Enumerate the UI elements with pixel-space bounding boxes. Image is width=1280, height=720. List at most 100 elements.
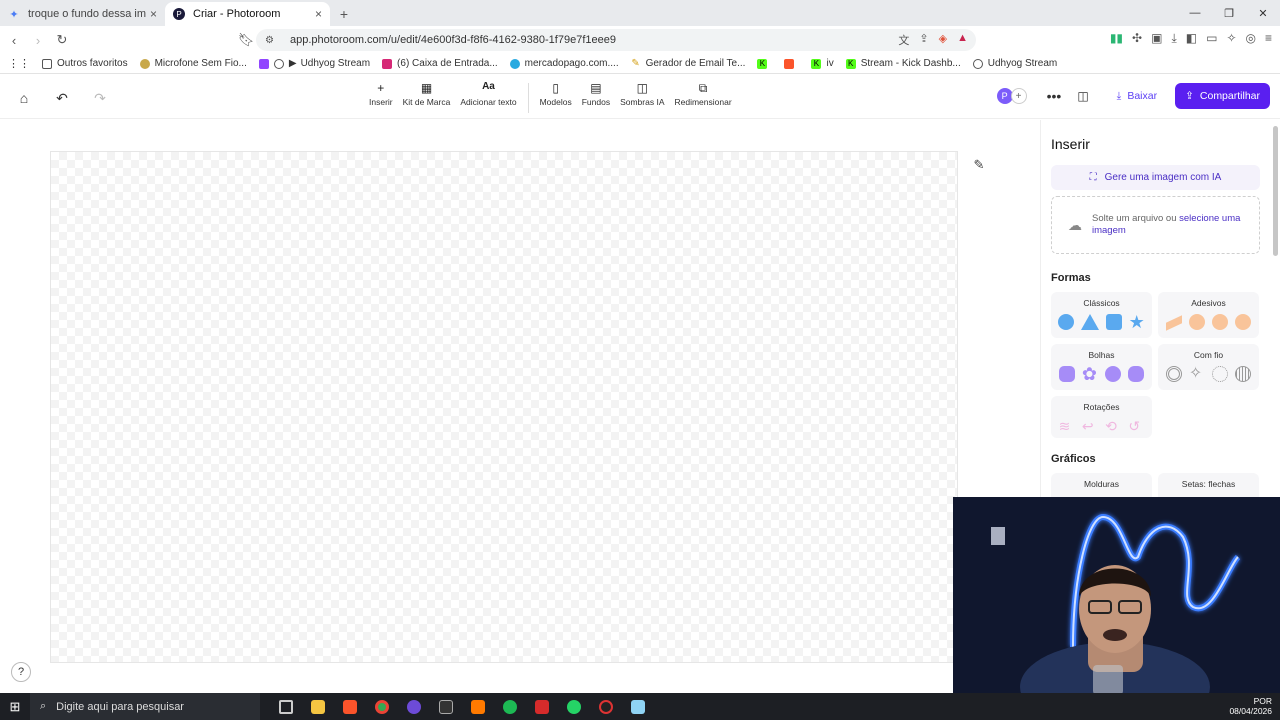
- app-icon[interactable]: [430, 693, 462, 720]
- bubble-icon: [1058, 366, 1075, 382]
- share-button[interactable]: ⇪ Compartilhar: [1175, 83, 1270, 109]
- magic-edit-icon[interactable]: ✎: [968, 154, 990, 176]
- triangle-icon: [1081, 314, 1100, 330]
- sidebar-icon[interactable]: ◧: [1186, 31, 1197, 46]
- photoroom-icon: P: [173, 8, 185, 20]
- vpn-icon[interactable]: ◎: [1246, 31, 1256, 46]
- upload-dropzone[interactable]: ☁︎ Solte um arquivo ou selecione uma ima…: [1051, 196, 1260, 254]
- shape-card-classics[interactable]: Clássicos ★: [1051, 292, 1152, 338]
- bookmark-item[interactable]: K Stream - Kick Dashb...: [845, 58, 961, 69]
- dropzone-text: Solte um arquivo ou selecione uma imagem: [1092, 213, 1241, 236]
- share-icon[interactable]: ⇪: [919, 32, 928, 48]
- bookmark-item[interactable]: ▶ Udhyog Stream: [258, 58, 370, 69]
- shape-previews: [1158, 308, 1259, 331]
- bookmark-item[interactable]: Outros favoritos: [42, 58, 128, 69]
- tool-resize[interactable]: ⧉ Redimensionar: [674, 81, 731, 115]
- bookmark-item[interactable]: (6) Caixa de Entrada...: [382, 58, 498, 69]
- windows-start-icon[interactable]: ⊞: [0, 693, 30, 720]
- shape-card-bubbles[interactable]: Bolhas ✿: [1051, 344, 1152, 390]
- download-icon[interactable]: ⤓: [1171, 31, 1176, 46]
- brave-shield-icon[interactable]: ◈: [939, 32, 947, 48]
- tool-insert[interactable]: + Inserir: [369, 81, 393, 115]
- undo-icon[interactable]: ↶: [50, 87, 74, 109]
- menu-icon[interactable]: ≡: [1265, 31, 1272, 46]
- tray-lang[interactable]: POR: [1229, 696, 1272, 706]
- stack-icon[interactable]: [462, 693, 494, 720]
- invite-user-button[interactable]: +: [1010, 88, 1027, 104]
- bubble-icon: [1105, 366, 1122, 382]
- editor-canvas[interactable]: [50, 151, 958, 663]
- shape-card-rotations[interactable]: Rotações ≋ ↩ ⟲ ↺: [1051, 396, 1152, 438]
- shapes-section-title: Formas: [1051, 272, 1091, 284]
- square-icon: [1105, 314, 1122, 330]
- download-button[interactable]: ⤓ Baixar: [1107, 83, 1167, 109]
- twitch-icon: [258, 58, 269, 69]
- shape-previews: ✧: [1158, 360, 1259, 382]
- home-icon[interactable]: ⌂: [12, 87, 36, 109]
- brave-rewards-icon[interactable]: ▲: [957, 32, 968, 48]
- back-icon[interactable]: ‹: [4, 30, 24, 50]
- brave-icon: [784, 58, 795, 69]
- tab-title: troque o fundo dessa imagem roxo: [28, 8, 146, 20]
- brave-taskbar-icon[interactable]: [334, 693, 366, 720]
- bookmark-item[interactable]: [784, 58, 799, 69]
- bookmark-icon[interactable]: 🔖︎: [236, 30, 256, 50]
- generate-ai-image-button[interactable]: ⛶ Gere uma imagem com IA: [1051, 165, 1260, 190]
- close-icon[interactable]: ×: [150, 7, 157, 21]
- browser-tab-1[interactable]: ✦ troque o fundo dessa imagem roxo ×: [0, 2, 165, 26]
- bookmark-item[interactable]: Microfone Sem Fio...: [139, 58, 247, 69]
- close-icon[interactable]: ×: [315, 7, 322, 21]
- help-button[interactable]: ?: [11, 662, 31, 682]
- notepad-icon[interactable]: [622, 693, 654, 720]
- shape-card-wired[interactable]: Com fio ✧: [1158, 344, 1259, 390]
- restore-icon[interactable]: ❐: [1212, 0, 1246, 26]
- reload-icon[interactable]: ↻: [52, 30, 72, 50]
- obs-icon[interactable]: [398, 693, 430, 720]
- file-explorer-icon[interactable]: [302, 693, 334, 720]
- extension-icon[interactable]: ▮▮: [1110, 31, 1123, 46]
- close-window-icon[interactable]: ✕: [1246, 0, 1280, 26]
- translate-icon[interactable]: 文: [898, 32, 909, 48]
- taskbar-search[interactable]: ⌕ Digite aqui para pesquisar: [30, 693, 260, 720]
- bookmark-item[interactable]: mercadopago.com....: [509, 58, 619, 69]
- more-options-icon[interactable]: •••: [1047, 88, 1062, 104]
- tray-date[interactable]: 08/04/2026: [1229, 706, 1272, 716]
- toolbar-divider: [527, 83, 529, 113]
- browser-tab-2[interactable]: P Criar - Photoroom ×: [165, 2, 330, 26]
- tool-brand-kit[interactable]: ▦ Kit de Marca: [403, 81, 451, 115]
- panel-scrollbar[interactable]: [1273, 126, 1278, 256]
- tool-add-text[interactable]: Aa Adicionar texto: [460, 81, 516, 115]
- address-bar[interactable]: ⚙︎ app.photoroom.com/u/edit/4e600f3d-f8f…: [256, 29, 976, 51]
- chrome-icon[interactable]: [366, 693, 398, 720]
- bookmark-item[interactable]: ✎ Gerador de Email Te...: [631, 58, 745, 69]
- tool-backgrounds[interactable]: ▤ Fundos: [582, 81, 610, 115]
- new-tab-button[interactable]: +: [330, 2, 358, 26]
- cloud-icon: [1128, 366, 1145, 382]
- redo-icon[interactable]: ↷: [88, 87, 112, 109]
- shape-card-stickers[interactable]: Adesivos: [1158, 292, 1259, 338]
- apps-icon[interactable]: ⋮⋮: [8, 57, 30, 70]
- capture-icon[interactable]: [590, 693, 622, 720]
- whatsapp-icon[interactable]: [558, 693, 590, 720]
- text-icon: Aa: [482, 81, 495, 92]
- bookmark-item[interactable]: Udhyog Stream: [972, 58, 1057, 69]
- spotify-icon[interactable]: [494, 693, 526, 720]
- puzzle-icon[interactable]: ✣: [1132, 31, 1142, 46]
- backgrounds-icon: ▤: [590, 81, 602, 95]
- leo-icon[interactable]: ✧: [1226, 31, 1236, 46]
- forward-icon[interactable]: ›: [28, 30, 48, 50]
- bookmark-item[interactable]: Kiv: [811, 58, 834, 69]
- blob-icon: [1212, 314, 1229, 330]
- bookmark-item[interactable]: K: [757, 58, 772, 69]
- minimize-icon[interactable]: —: [1178, 0, 1212, 26]
- globe-icon: [273, 58, 284, 69]
- task-view-icon[interactable]: [270, 693, 302, 720]
- site-info-icon[interactable]: ⚙︎: [265, 35, 274, 46]
- screenshot-icon[interactable]: ▣: [1151, 31, 1162, 46]
- tool-ai-shadows[interactable]: ◫ Sombras IA: [620, 81, 664, 115]
- wallet-icon[interactable]: ▭: [1206, 31, 1217, 46]
- layers-panel-icon[interactable]: ◫: [1077, 89, 1088, 103]
- mercadopago-icon: [509, 58, 520, 69]
- video-setter-icon[interactable]: [526, 693, 558, 720]
- tool-templates[interactable]: ▯ Modelos: [540, 81, 572, 115]
